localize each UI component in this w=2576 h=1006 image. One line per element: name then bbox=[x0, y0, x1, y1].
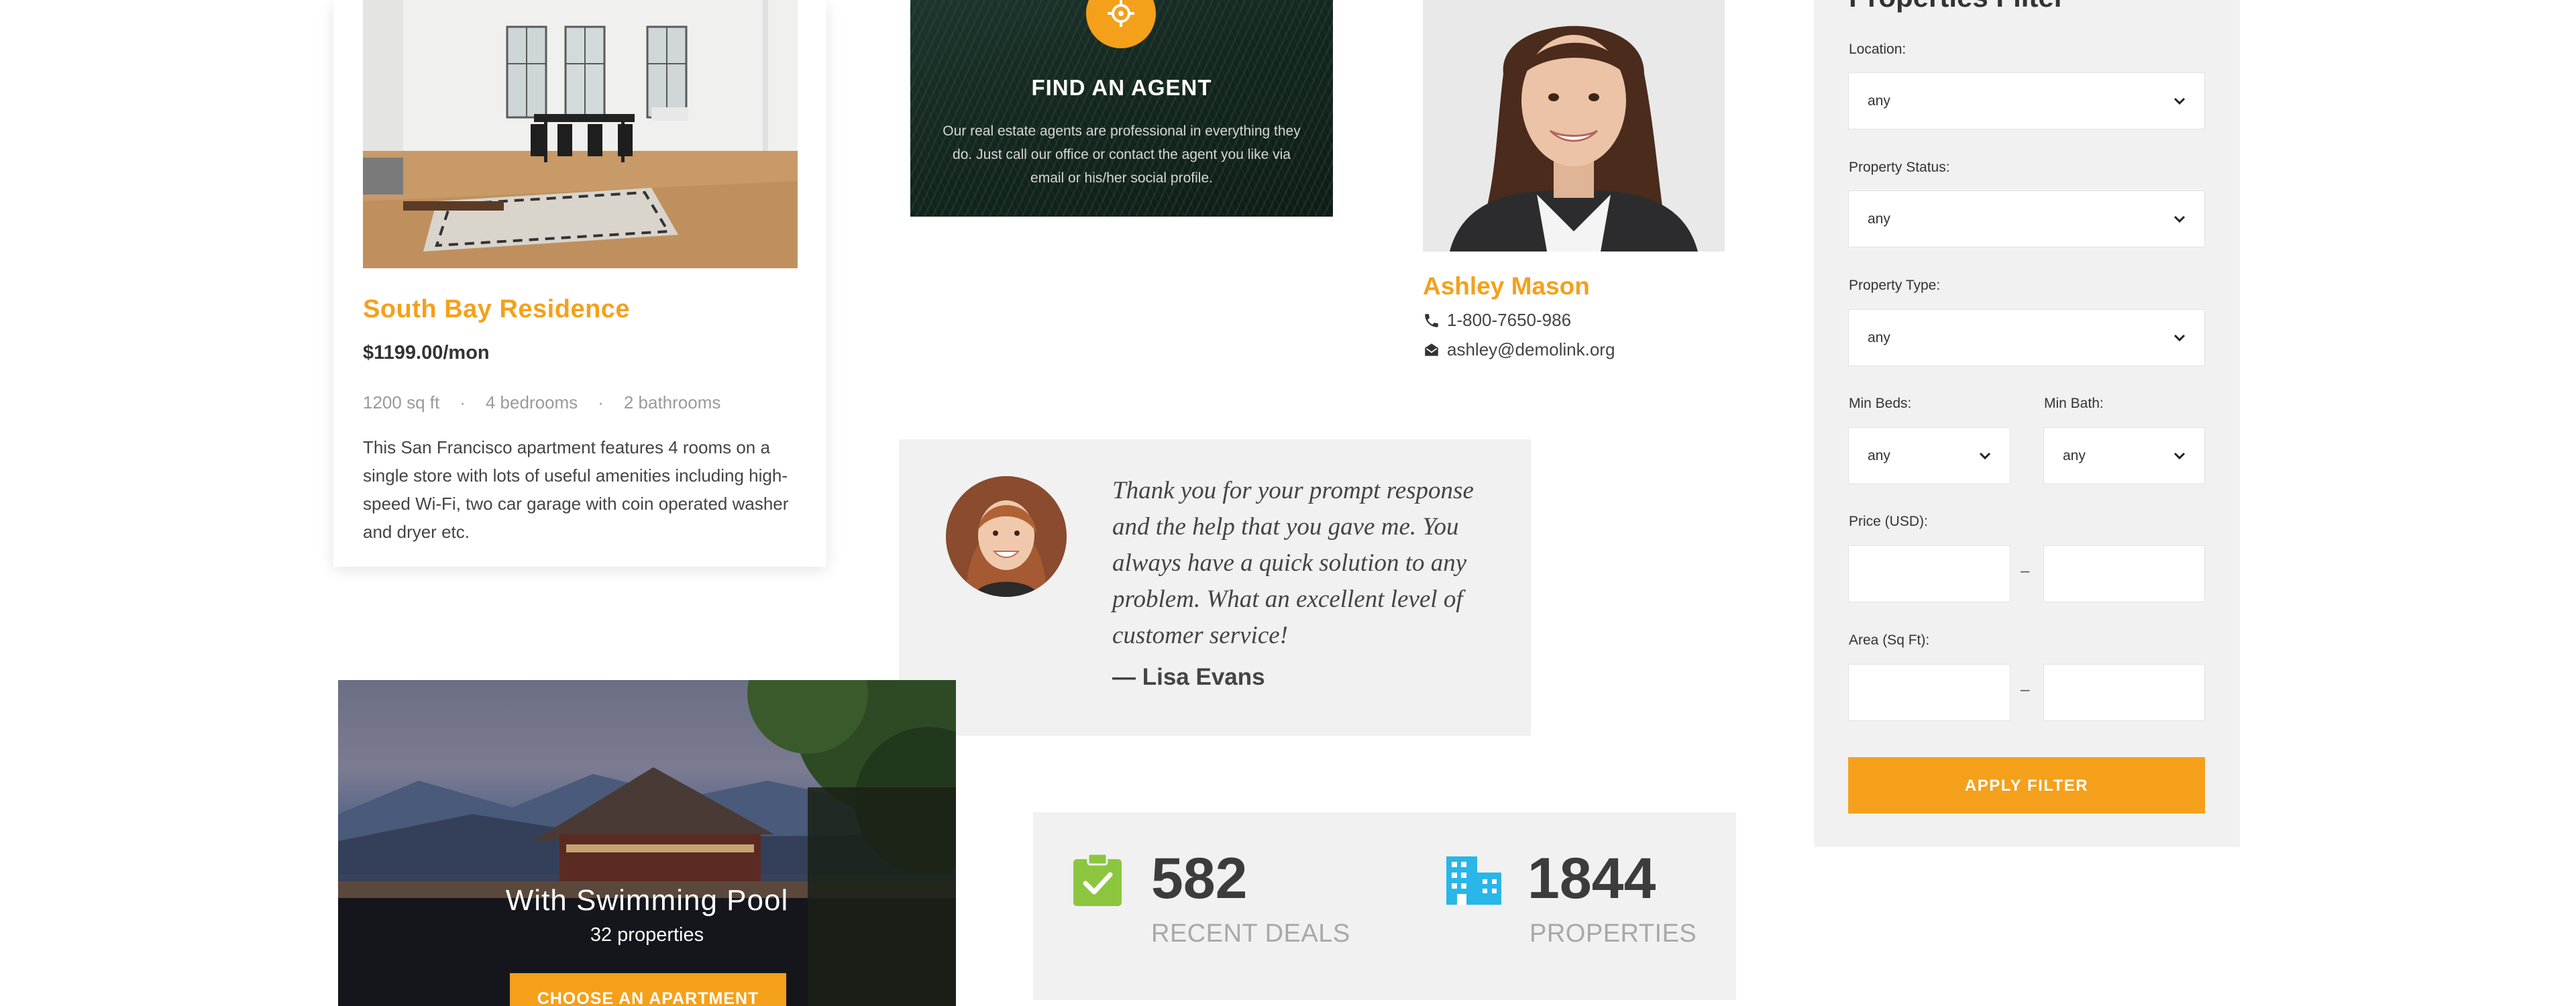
area-min-input[interactable] bbox=[1848, 664, 2010, 721]
beds-select[interactable]: any bbox=[1848, 427, 2010, 484]
meta-separator: · bbox=[460, 392, 466, 412]
chevron-down-icon bbox=[1979, 452, 1991, 459]
price-min-input[interactable] bbox=[1848, 545, 2010, 602]
property-card[interactable]: South Bay Residence $1199.00/mon 1200 sq… bbox=[333, 0, 826, 567]
apply-filter-button[interactable]: APPLY FILTER bbox=[1848, 757, 2205, 814]
meta-separator: · bbox=[598, 392, 604, 412]
agent-phone-row[interactable]: 1-800-7650-986 bbox=[1423, 310, 1571, 331]
testimonial-box: Thank you for your prompt response and t… bbox=[899, 439, 1531, 736]
chevron-down-icon bbox=[2174, 97, 2186, 105]
agent-email[interactable]: ashley@demolink.org bbox=[1447, 339, 1615, 360]
stats-box: 582 RECENT DEALS 1844 PROPERTIES bbox=[1033, 812, 1736, 1000]
filter-title: Properties Filter bbox=[1849, 0, 2065, 13]
testimonial-quote: Thank you for your prompt response and t… bbox=[1112, 477, 1474, 649]
testimonial-author: — Lisa Evans bbox=[1112, 664, 1265, 690]
bath-label: Min Bath: bbox=[2044, 396, 2104, 411]
pool-banner-count: 32 properties bbox=[590, 924, 704, 946]
type-label: Property Type: bbox=[1849, 278, 1941, 293]
property-title[interactable]: South Bay Residence bbox=[363, 295, 630, 324]
agent-photo-illustration bbox=[1423, 0, 1725, 252]
price-label: Price (USD): bbox=[1849, 514, 1928, 529]
area-label: Area (Sq Ft): bbox=[1849, 632, 1930, 648]
deals-count: 582 bbox=[1151, 846, 1248, 911]
location-label: Location: bbox=[1849, 42, 1907, 57]
chevron-down-icon bbox=[2174, 215, 2186, 223]
buildings-icon bbox=[1446, 856, 1501, 908]
pool-banner-image bbox=[338, 680, 956, 1006]
price-max-input[interactable] bbox=[2043, 545, 2205, 602]
deals-label: RECENT DEALS bbox=[1151, 919, 1350, 948]
location-value: any bbox=[1868, 93, 1890, 109]
beds-value: any bbox=[1868, 447, 1890, 463]
status-label: Property Status: bbox=[1849, 160, 1950, 175]
chevron-down-icon bbox=[2174, 334, 2186, 341]
agent-email-row[interactable]: ashley@demolink.org bbox=[1423, 339, 1615, 360]
bath-select[interactable]: any bbox=[2043, 427, 2205, 484]
area-range-dash: – bbox=[2021, 681, 2030, 699]
property-bathrooms: 2 bathrooms bbox=[623, 392, 721, 412]
properties-count: 1844 bbox=[1527, 846, 1656, 911]
agent-phone[interactable]: 1-800-7650-986 bbox=[1447, 310, 1571, 331]
envelope-open-icon bbox=[1425, 343, 1438, 356]
properties-label: PROPERTIES bbox=[1529, 919, 1697, 948]
property-area: 1200 sq ft bbox=[363, 392, 440, 412]
area-max-input[interactable] bbox=[2043, 664, 2205, 721]
pool-banner-title: With Swimming Pool bbox=[505, 884, 789, 917]
type-select[interactable]: any bbox=[1848, 309, 2205, 366]
properties-filter: Properties Filter Location: any Property… bbox=[1814, 0, 2240, 847]
price-range-dash: – bbox=[2021, 562, 2030, 580]
type-value: any bbox=[1868, 329, 1890, 345]
property-description: This San Francisco apartment features 4 … bbox=[363, 437, 789, 542]
property-photo-illustration bbox=[363, 0, 798, 268]
find-agent-title: FIND AN AGENT bbox=[1031, 75, 1212, 100]
choose-apartment-button[interactable]: CHOOSE AN APARTMENT bbox=[510, 973, 786, 1006]
status-value: any bbox=[1868, 211, 1890, 227]
clipboard-check-icon bbox=[1072, 852, 1123, 911]
find-agent-text: Our real estate agents are professional … bbox=[943, 123, 1301, 186]
beds-label: Min Beds: bbox=[1849, 396, 1912, 411]
testimonial-avatar bbox=[946, 476, 1067, 597]
phone-icon bbox=[1425, 313, 1438, 327]
property-bedrooms: 4 bedrooms bbox=[485, 392, 578, 412]
property-meta: 1200 sq ft · 4 bedrooms · 2 bathrooms bbox=[363, 392, 720, 413]
property-photo[interactable] bbox=[363, 0, 798, 268]
location-select[interactable]: any bbox=[1848, 72, 2205, 129]
chevron-down-icon bbox=[2174, 452, 2186, 459]
agent-name[interactable]: Ashley Mason bbox=[1423, 272, 1590, 300]
agent-photo[interactable] bbox=[1423, 0, 1725, 252]
pool-banner[interactable]: With Swimming Pool 32 properties CHOOSE … bbox=[338, 680, 956, 1006]
property-price: $1199.00/mon bbox=[363, 342, 490, 364]
bath-value: any bbox=[2063, 447, 2086, 463]
status-select[interactable]: any bbox=[1848, 190, 2205, 247]
